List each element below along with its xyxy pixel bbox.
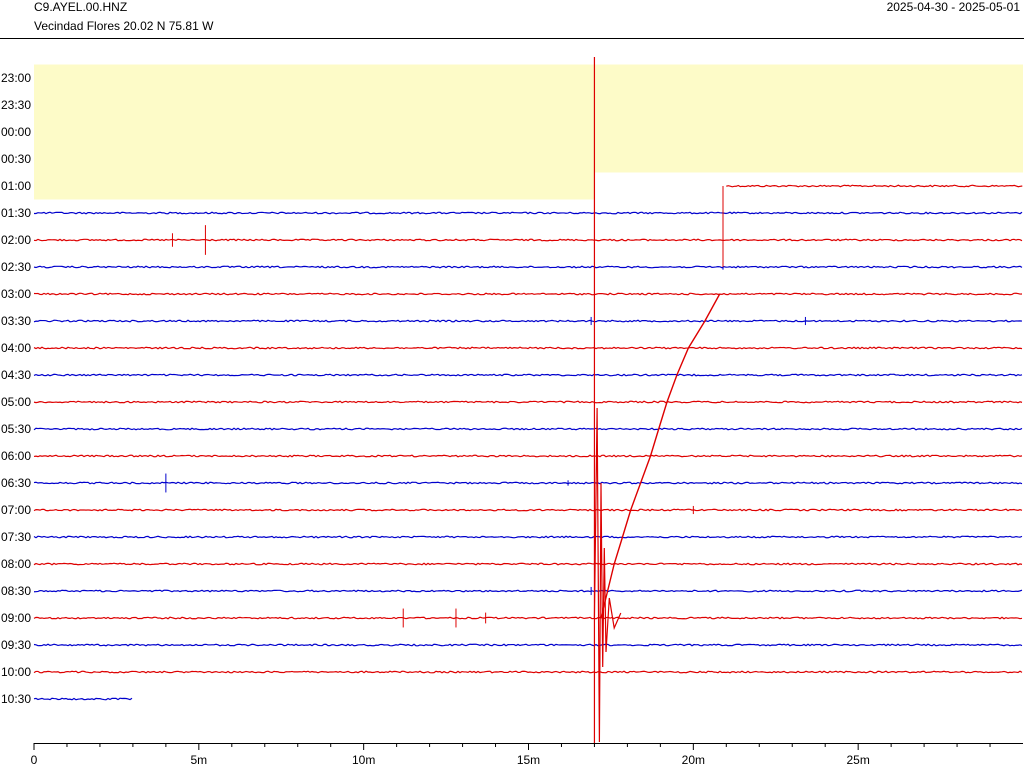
no-data-region <box>594 64 1023 173</box>
row-label: 07:30 <box>1 530 31 544</box>
row-label: 05:00 <box>1 395 31 409</box>
trace-0630 <box>33 481 1023 485</box>
row-label: 02:30 <box>1 260 31 274</box>
no-data-region <box>34 64 595 200</box>
row-label: 05:30 <box>1 422 31 436</box>
trace-0330 <box>33 319 1023 323</box>
row-label: 03:30 <box>1 314 31 328</box>
trace-0130 <box>33 211 1023 215</box>
trace-layer <box>33 184 1023 701</box>
row-label: 02:00 <box>1 233 31 247</box>
row-label-layer: 23:00 23:30 00:00 00:30 01:00 01:30 02:00 02:30… <box>1 71 31 706</box>
x-tick-label: 10m <box>352 753 375 767</box>
trace-0600 <box>33 454 1023 458</box>
trace-0200 <box>33 238 1023 242</box>
event-waveform <box>593 407 622 743</box>
trace-0100 <box>726 184 1023 188</box>
trace-0800 <box>33 562 1023 566</box>
trace-0400 <box>33 346 1023 350</box>
row-label: 01:00 <box>1 179 31 193</box>
trace-0700 <box>33 508 1023 512</box>
row-label: 23:00 <box>1 71 31 85</box>
row-label: 03:00 <box>1 287 31 301</box>
x-tick-label: 5m <box>190 753 207 767</box>
row-label: 10:00 <box>1 665 31 679</box>
trace-0730 <box>33 535 1023 539</box>
row-label: 01:30 <box>1 206 31 220</box>
trace-0830 <box>33 589 1023 593</box>
row-label: 07:00 <box>1 503 31 517</box>
trace-0530 <box>33 427 1023 431</box>
row-label: 08:30 <box>1 584 31 598</box>
row-label: 06:00 <box>1 449 31 463</box>
row-label: 04:30 <box>1 368 31 382</box>
trace-0430 <box>33 373 1023 377</box>
row-label: 23:30 <box>1 98 31 112</box>
row-label: 04:00 <box>1 341 31 355</box>
row-label: 09:30 <box>1 638 31 652</box>
row-label: 00:30 <box>1 152 31 166</box>
x-axis: 0 5m 10m 15m 20m 25m <box>31 743 1023 767</box>
trace-1000 <box>33 670 1023 674</box>
trace-0300 <box>33 292 1023 296</box>
x-tick-label: 25m <box>846 753 869 767</box>
row-label: 08:00 <box>1 557 31 571</box>
no-data-layer <box>34 64 1023 200</box>
trace-0230 <box>33 265 1023 269</box>
row-label: 10:30 <box>1 692 31 706</box>
helicorder-plot: 23:00 23:30 00:00 00:30 01:00 01:30 02:00 02:30… <box>0 38 1024 767</box>
row-label: 06:30 <box>1 476 31 490</box>
x-tick-label: 20m <box>682 753 705 767</box>
trace-0900 <box>33 616 1023 620</box>
x-tick-label: 15m <box>517 753 540 767</box>
trace-0500 <box>33 400 1023 404</box>
trace-1030 <box>33 697 133 701</box>
trace-0930 <box>33 643 1023 647</box>
row-label: 00:00 <box>1 125 31 139</box>
x-tick-label: 0 <box>31 753 38 767</box>
row-label: 09:00 <box>1 611 31 625</box>
